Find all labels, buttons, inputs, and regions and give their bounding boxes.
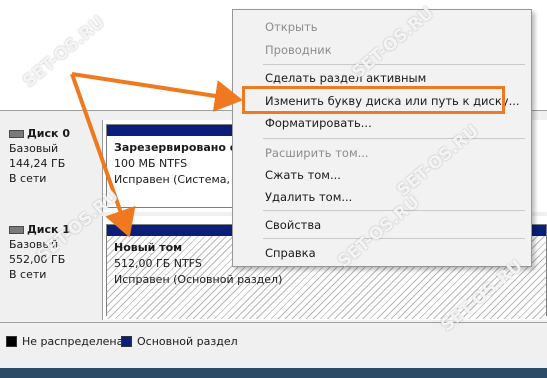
arrow-to-menu-item	[71, 72, 243, 112]
